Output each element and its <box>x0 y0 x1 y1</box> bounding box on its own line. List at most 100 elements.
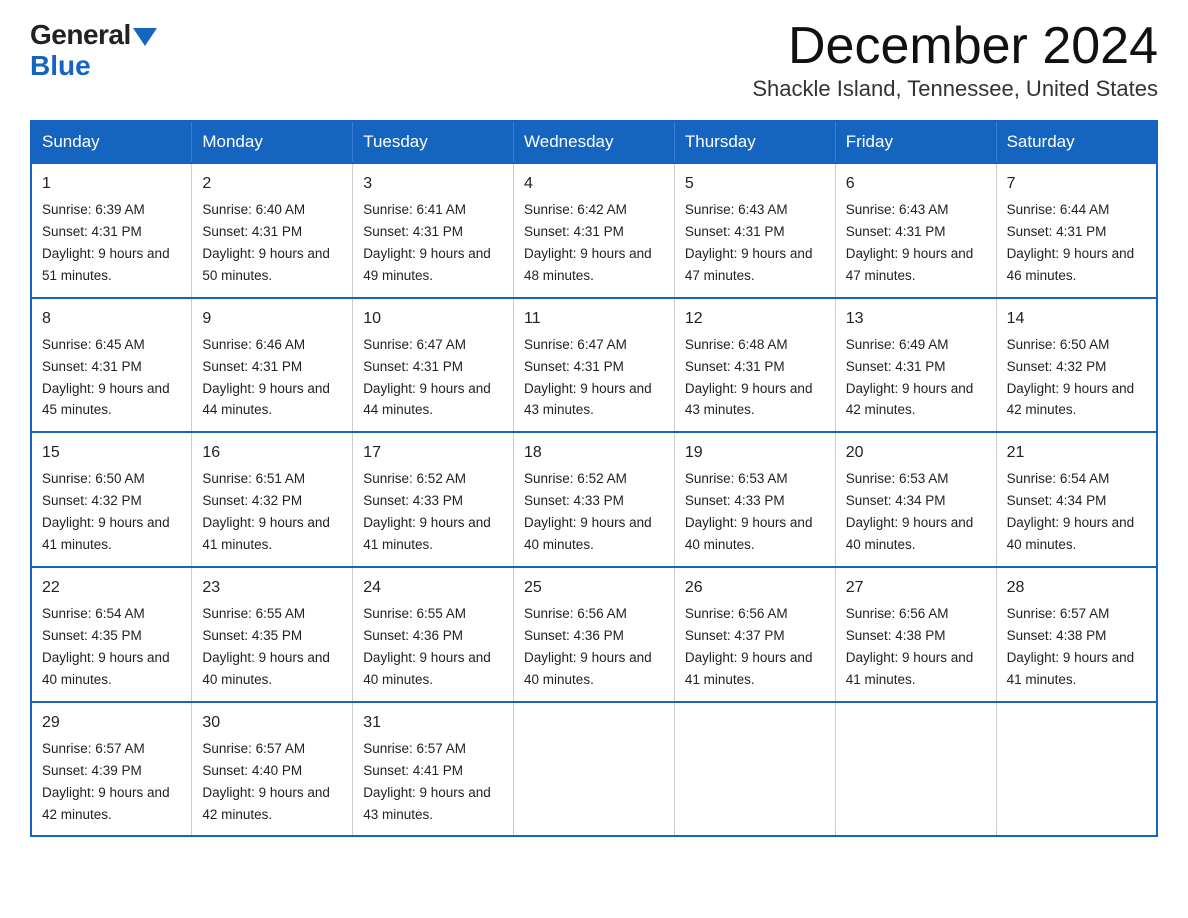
calendar-week-row: 29 Sunrise: 6:57 AMSunset: 4:39 PMDaylig… <box>31 702 1157 837</box>
day-info: Sunrise: 6:54 AMSunset: 4:35 PMDaylight:… <box>42 606 170 687</box>
day-info: Sunrise: 6:46 AMSunset: 4:31 PMDaylight:… <box>202 337 330 418</box>
day-info: Sunrise: 6:54 AMSunset: 4:34 PMDaylight:… <box>1007 471 1135 552</box>
day-number: 28 <box>1007 576 1146 600</box>
day-number: 1 <box>42 172 181 196</box>
day-number: 30 <box>202 711 342 735</box>
day-number: 12 <box>685 307 825 331</box>
calendar-day-cell <box>514 702 675 837</box>
day-number: 7 <box>1007 172 1146 196</box>
day-number: 21 <box>1007 441 1146 465</box>
calendar-day-cell: 7 Sunrise: 6:44 AMSunset: 4:31 PMDayligh… <box>996 163 1157 298</box>
calendar-day-cell: 11 Sunrise: 6:47 AMSunset: 4:31 PMDaylig… <box>514 298 675 433</box>
day-info: Sunrise: 6:49 AMSunset: 4:31 PMDaylight:… <box>846 337 974 418</box>
day-info: Sunrise: 6:47 AMSunset: 4:31 PMDaylight:… <box>524 337 652 418</box>
calendar-day-cell: 16 Sunrise: 6:51 AMSunset: 4:32 PMDaylig… <box>192 432 353 567</box>
logo: General Blue <box>30 20 157 82</box>
day-number: 2 <box>202 172 342 196</box>
calendar-day-cell: 14 Sunrise: 6:50 AMSunset: 4:32 PMDaylig… <box>996 298 1157 433</box>
logo-general-text: General <box>30 20 131 51</box>
calendar-header-thursday: Thursday <box>674 121 835 163</box>
day-info: Sunrise: 6:47 AMSunset: 4:31 PMDaylight:… <box>363 337 491 418</box>
day-number: 8 <box>42 307 181 331</box>
calendar-day-cell <box>835 702 996 837</box>
calendar-week-row: 8 Sunrise: 6:45 AMSunset: 4:31 PMDayligh… <box>31 298 1157 433</box>
day-info: Sunrise: 6:44 AMSunset: 4:31 PMDaylight:… <box>1007 202 1135 283</box>
calendar-day-cell: 12 Sunrise: 6:48 AMSunset: 4:31 PMDaylig… <box>674 298 835 433</box>
day-info: Sunrise: 6:57 AMSunset: 4:41 PMDaylight:… <box>363 741 491 822</box>
day-number: 23 <box>202 576 342 600</box>
calendar-day-cell: 13 Sunrise: 6:49 AMSunset: 4:31 PMDaylig… <box>835 298 996 433</box>
day-number: 31 <box>363 711 503 735</box>
calendar-day-cell: 20 Sunrise: 6:53 AMSunset: 4:34 PMDaylig… <box>835 432 996 567</box>
day-info: Sunrise: 6:39 AMSunset: 4:31 PMDaylight:… <box>42 202 170 283</box>
day-number: 10 <box>363 307 503 331</box>
day-number: 3 <box>363 172 503 196</box>
page-header: General Blue December 2024 Shackle Islan… <box>30 20 1158 102</box>
calendar-day-cell: 15 Sunrise: 6:50 AMSunset: 4:32 PMDaylig… <box>31 432 192 567</box>
calendar-day-cell: 26 Sunrise: 6:56 AMSunset: 4:37 PMDaylig… <box>674 567 835 702</box>
day-number: 24 <box>363 576 503 600</box>
calendar-day-cell: 18 Sunrise: 6:52 AMSunset: 4:33 PMDaylig… <box>514 432 675 567</box>
day-number: 27 <box>846 576 986 600</box>
calendar-day-cell: 10 Sunrise: 6:47 AMSunset: 4:31 PMDaylig… <box>353 298 514 433</box>
calendar-week-row: 22 Sunrise: 6:54 AMSunset: 4:35 PMDaylig… <box>31 567 1157 702</box>
day-number: 6 <box>846 172 986 196</box>
day-info: Sunrise: 6:43 AMSunset: 4:31 PMDaylight:… <box>846 202 974 283</box>
day-info: Sunrise: 6:55 AMSunset: 4:35 PMDaylight:… <box>202 606 330 687</box>
location-subtitle: Shackle Island, Tennessee, United States <box>752 76 1158 102</box>
calendar-week-row: 15 Sunrise: 6:50 AMSunset: 4:32 PMDaylig… <box>31 432 1157 567</box>
calendar-day-cell: 19 Sunrise: 6:53 AMSunset: 4:33 PMDaylig… <box>674 432 835 567</box>
calendar-day-cell: 23 Sunrise: 6:55 AMSunset: 4:35 PMDaylig… <box>192 567 353 702</box>
day-number: 11 <box>524 307 664 331</box>
day-info: Sunrise: 6:55 AMSunset: 4:36 PMDaylight:… <box>363 606 491 687</box>
day-number: 17 <box>363 441 503 465</box>
day-info: Sunrise: 6:51 AMSunset: 4:32 PMDaylight:… <box>202 471 330 552</box>
calendar-header-tuesday: Tuesday <box>353 121 514 163</box>
day-info: Sunrise: 6:50 AMSunset: 4:32 PMDaylight:… <box>1007 337 1135 418</box>
calendar-day-cell: 24 Sunrise: 6:55 AMSunset: 4:36 PMDaylig… <box>353 567 514 702</box>
calendar-week-row: 1 Sunrise: 6:39 AMSunset: 4:31 PMDayligh… <box>31 163 1157 298</box>
calendar-header-sunday: Sunday <box>31 121 192 163</box>
day-info: Sunrise: 6:52 AMSunset: 4:33 PMDaylight:… <box>524 471 652 552</box>
calendar-day-cell: 1 Sunrise: 6:39 AMSunset: 4:31 PMDayligh… <box>31 163 192 298</box>
day-number: 18 <box>524 441 664 465</box>
calendar-header-friday: Friday <box>835 121 996 163</box>
calendar-header-row: SundayMondayTuesdayWednesdayThursdayFrid… <box>31 121 1157 163</box>
day-info: Sunrise: 6:57 AMSunset: 4:39 PMDaylight:… <box>42 741 170 822</box>
calendar-day-cell: 17 Sunrise: 6:52 AMSunset: 4:33 PMDaylig… <box>353 432 514 567</box>
day-info: Sunrise: 6:56 AMSunset: 4:38 PMDaylight:… <box>846 606 974 687</box>
title-block: December 2024 Shackle Island, Tennessee,… <box>752 20 1158 102</box>
day-number: 20 <box>846 441 986 465</box>
day-number: 25 <box>524 576 664 600</box>
day-info: Sunrise: 6:52 AMSunset: 4:33 PMDaylight:… <box>363 471 491 552</box>
month-year-title: December 2024 <box>752 20 1158 72</box>
calendar-day-cell: 30 Sunrise: 6:57 AMSunset: 4:40 PMDaylig… <box>192 702 353 837</box>
calendar-day-cell <box>996 702 1157 837</box>
day-number: 26 <box>685 576 825 600</box>
logo-blue-text: Blue <box>30 50 91 81</box>
day-info: Sunrise: 6:43 AMSunset: 4:31 PMDaylight:… <box>685 202 813 283</box>
day-number: 22 <box>42 576 181 600</box>
calendar-day-cell: 25 Sunrise: 6:56 AMSunset: 4:36 PMDaylig… <box>514 567 675 702</box>
day-info: Sunrise: 6:50 AMSunset: 4:32 PMDaylight:… <box>42 471 170 552</box>
calendar-day-cell: 21 Sunrise: 6:54 AMSunset: 4:34 PMDaylig… <box>996 432 1157 567</box>
calendar-header-monday: Monday <box>192 121 353 163</box>
logo-arrow-icon <box>133 28 157 46</box>
calendar-day-cell: 3 Sunrise: 6:41 AMSunset: 4:31 PMDayligh… <box>353 163 514 298</box>
calendar-table: SundayMondayTuesdayWednesdayThursdayFrid… <box>30 120 1158 837</box>
day-info: Sunrise: 6:40 AMSunset: 4:31 PMDaylight:… <box>202 202 330 283</box>
day-info: Sunrise: 6:53 AMSunset: 4:33 PMDaylight:… <box>685 471 813 552</box>
day-number: 9 <box>202 307 342 331</box>
calendar-day-cell: 9 Sunrise: 6:46 AMSunset: 4:31 PMDayligh… <box>192 298 353 433</box>
day-number: 19 <box>685 441 825 465</box>
calendar-day-cell: 28 Sunrise: 6:57 AMSunset: 4:38 PMDaylig… <box>996 567 1157 702</box>
day-info: Sunrise: 6:57 AMSunset: 4:40 PMDaylight:… <box>202 741 330 822</box>
calendar-day-cell: 29 Sunrise: 6:57 AMSunset: 4:39 PMDaylig… <box>31 702 192 837</box>
calendar-day-cell: 8 Sunrise: 6:45 AMSunset: 4:31 PMDayligh… <box>31 298 192 433</box>
calendar-day-cell: 2 Sunrise: 6:40 AMSunset: 4:31 PMDayligh… <box>192 163 353 298</box>
calendar-day-cell: 27 Sunrise: 6:56 AMSunset: 4:38 PMDaylig… <box>835 567 996 702</box>
day-info: Sunrise: 6:45 AMSunset: 4:31 PMDaylight:… <box>42 337 170 418</box>
day-number: 29 <box>42 711 181 735</box>
calendar-day-cell: 31 Sunrise: 6:57 AMSunset: 4:41 PMDaylig… <box>353 702 514 837</box>
day-info: Sunrise: 6:53 AMSunset: 4:34 PMDaylight:… <box>846 471 974 552</box>
